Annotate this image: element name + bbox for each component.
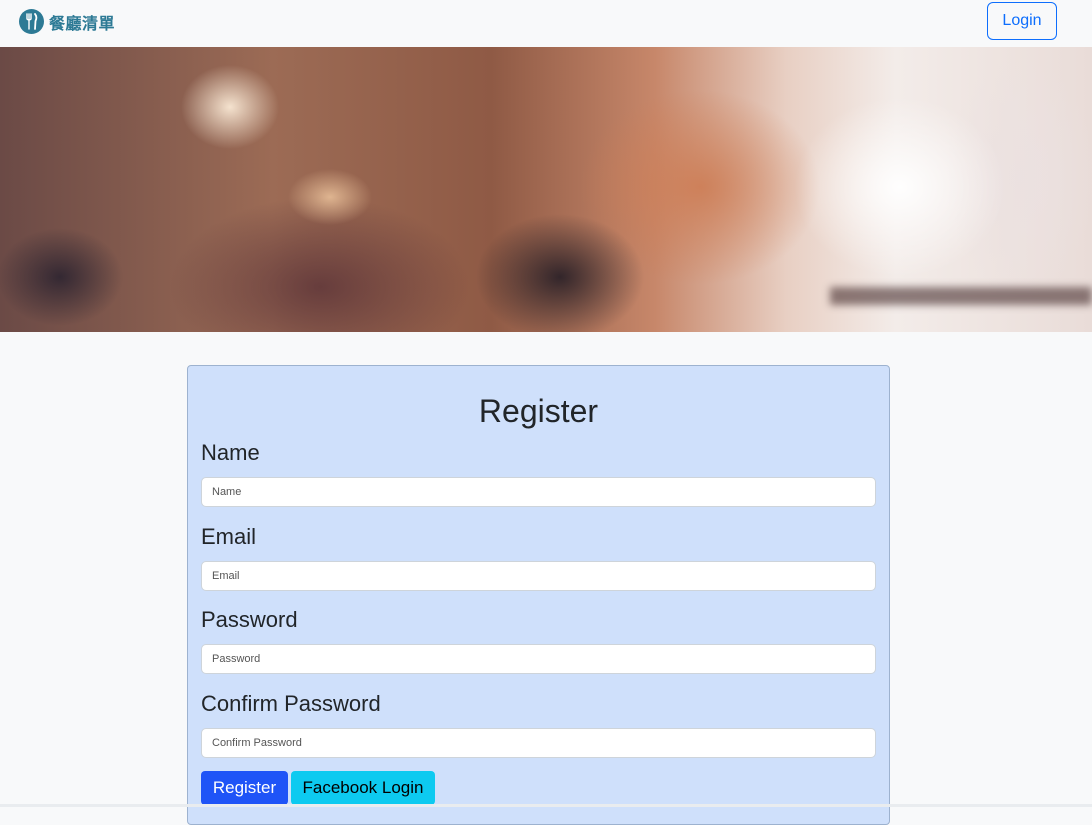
confirm-password-input[interactable] (201, 728, 876, 758)
email-input[interactable] (201, 561, 876, 591)
confirm-password-label: Confirm Password (201, 691, 381, 716)
name-label: Name (201, 440, 260, 465)
form-title: Register (478, 393, 599, 429)
hero-banner-image (0, 47, 1092, 332)
password-label: Password (201, 607, 298, 632)
register-form-card: Register Name Email Password Confirm Pas… (187, 365, 890, 825)
register-button[interactable]: Register (201, 771, 288, 805)
brand-name: 餐廳清單 (49, 15, 116, 33)
facebook-login-button[interactable]: Facebook Login (291, 771, 435, 805)
hero-decoration (830, 287, 1092, 305)
fork-knife-icon (19, 9, 44, 34)
name-input[interactable] (201, 477, 876, 507)
navbar: 餐廳清單 Login (0, 0, 1092, 47)
password-input[interactable] (201, 644, 876, 674)
login-button[interactable]: Login (987, 2, 1057, 40)
email-label: Email (201, 524, 257, 549)
brand-link[interactable]: 餐廳清單 (19, 9, 115, 34)
